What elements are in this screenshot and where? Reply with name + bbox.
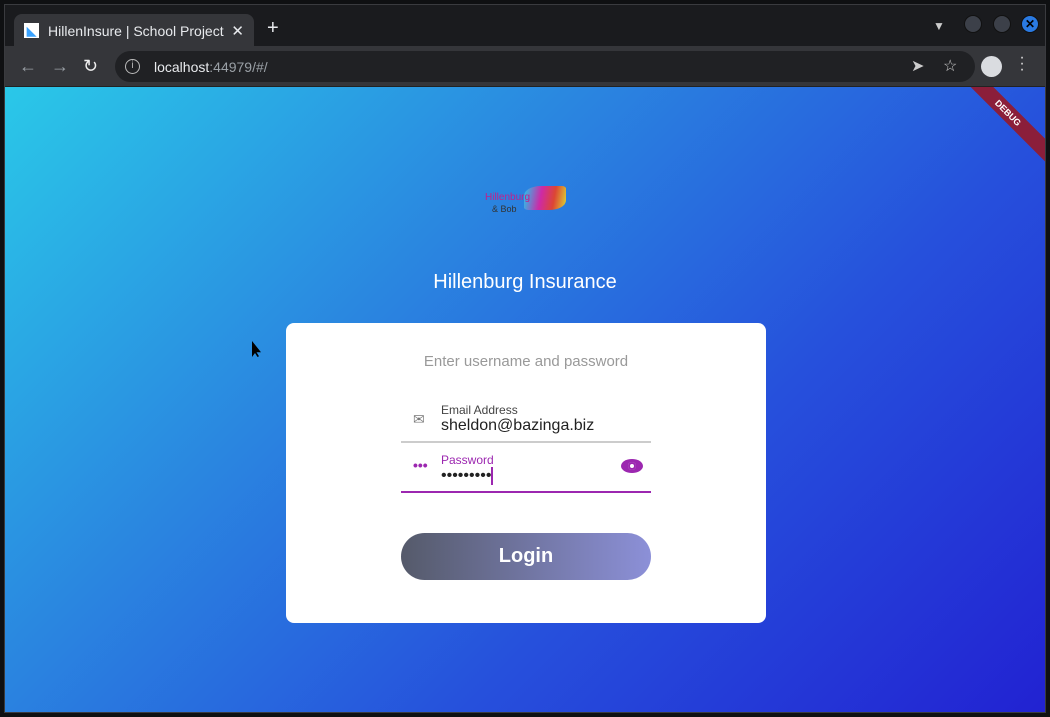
email-field[interactable]: ✉ Email Address sheldon@bazinga.biz — [401, 395, 651, 443]
tab-active[interactable]: ◣ HillenInsure | School Project ✕ — [14, 14, 254, 47]
email-label: Email Address — [441, 403, 518, 417]
debug-banner: DEBUG — [949, 87, 1045, 172]
menu-icon[interactable]: · · · — [1019, 50, 1025, 78]
tab-title: HillenInsure | School Project — [48, 22, 224, 39]
forward-icon[interactable]: → — [51, 56, 69, 77]
tab-bar: ◣ HillenInsure | School Project ✕ + ▼ ✕ — [5, 5, 1045, 47]
logo-art — [524, 186, 566, 210]
address-bar[interactable]: i localhost:44979/#/ — [115, 51, 975, 82]
password-input[interactable]: ••••••••• — [441, 467, 494, 485]
page-title: Hillenburg Insurance — [433, 271, 617, 293]
url-host: localhost — [154, 58, 210, 75]
eye-icon[interactable] — [621, 459, 643, 473]
browser-window: ◣ HillenInsure | School Project ✕ + ▼ ✕ … — [4, 4, 1046, 713]
maximize-button[interactable] — [993, 15, 1011, 33]
tab-search-chevron-icon[interactable]: ▼ — [933, 19, 945, 33]
email-value[interactable]: sheldon@bazinga.biz — [441, 417, 594, 435]
mouse-cursor-icon — [252, 341, 261, 357]
logo: Hillenburg & Bob — [480, 184, 570, 220]
password-icon: ••• — [413, 457, 428, 473]
info-icon[interactable]: i — [125, 59, 140, 74]
star-icon[interactable]: ☆ — [943, 56, 957, 76]
new-tab-button[interactable]: + — [267, 17, 279, 40]
mail-icon: ✉ — [413, 411, 425, 427]
toolbar: ← → ↻ i localhost:44979/#/ ➤ ☆ · · · — [5, 46, 1045, 87]
login-card: Enter username and password ✉ Email Addr… — [286, 323, 766, 623]
send-icon[interactable]: ➤ — [911, 56, 924, 76]
page-content: DEBUG Hillenburg & Bob Hillenburg Insura… — [5, 87, 1045, 712]
login-prompt: Enter username and password — [423, 353, 629, 370]
reload-icon[interactable]: ↻ — [83, 56, 98, 77]
close-window-button[interactable]: ✕ — [1021, 15, 1039, 33]
flutter-favicon-icon: ◣ — [24, 23, 39, 38]
password-label: Password — [441, 453, 494, 467]
logo-text: Hillenburg — [485, 192, 531, 203]
password-field[interactable]: ••• Password ••••••••• — [401, 445, 651, 493]
profile-avatar-icon[interactable] — [981, 56, 1002, 77]
login-button[interactable]: Login — [401, 533, 651, 580]
minimize-button[interactable] — [964, 15, 982, 33]
url-path: :44979/#/ — [209, 58, 268, 75]
back-icon[interactable]: ← — [19, 56, 37, 77]
tab-close-icon[interactable]: ✕ — [231, 22, 244, 40]
text-caret — [491, 467, 494, 485]
logo-subtext: & Bob — [492, 204, 517, 214]
password-value: ••••••••• — [441, 467, 492, 485]
